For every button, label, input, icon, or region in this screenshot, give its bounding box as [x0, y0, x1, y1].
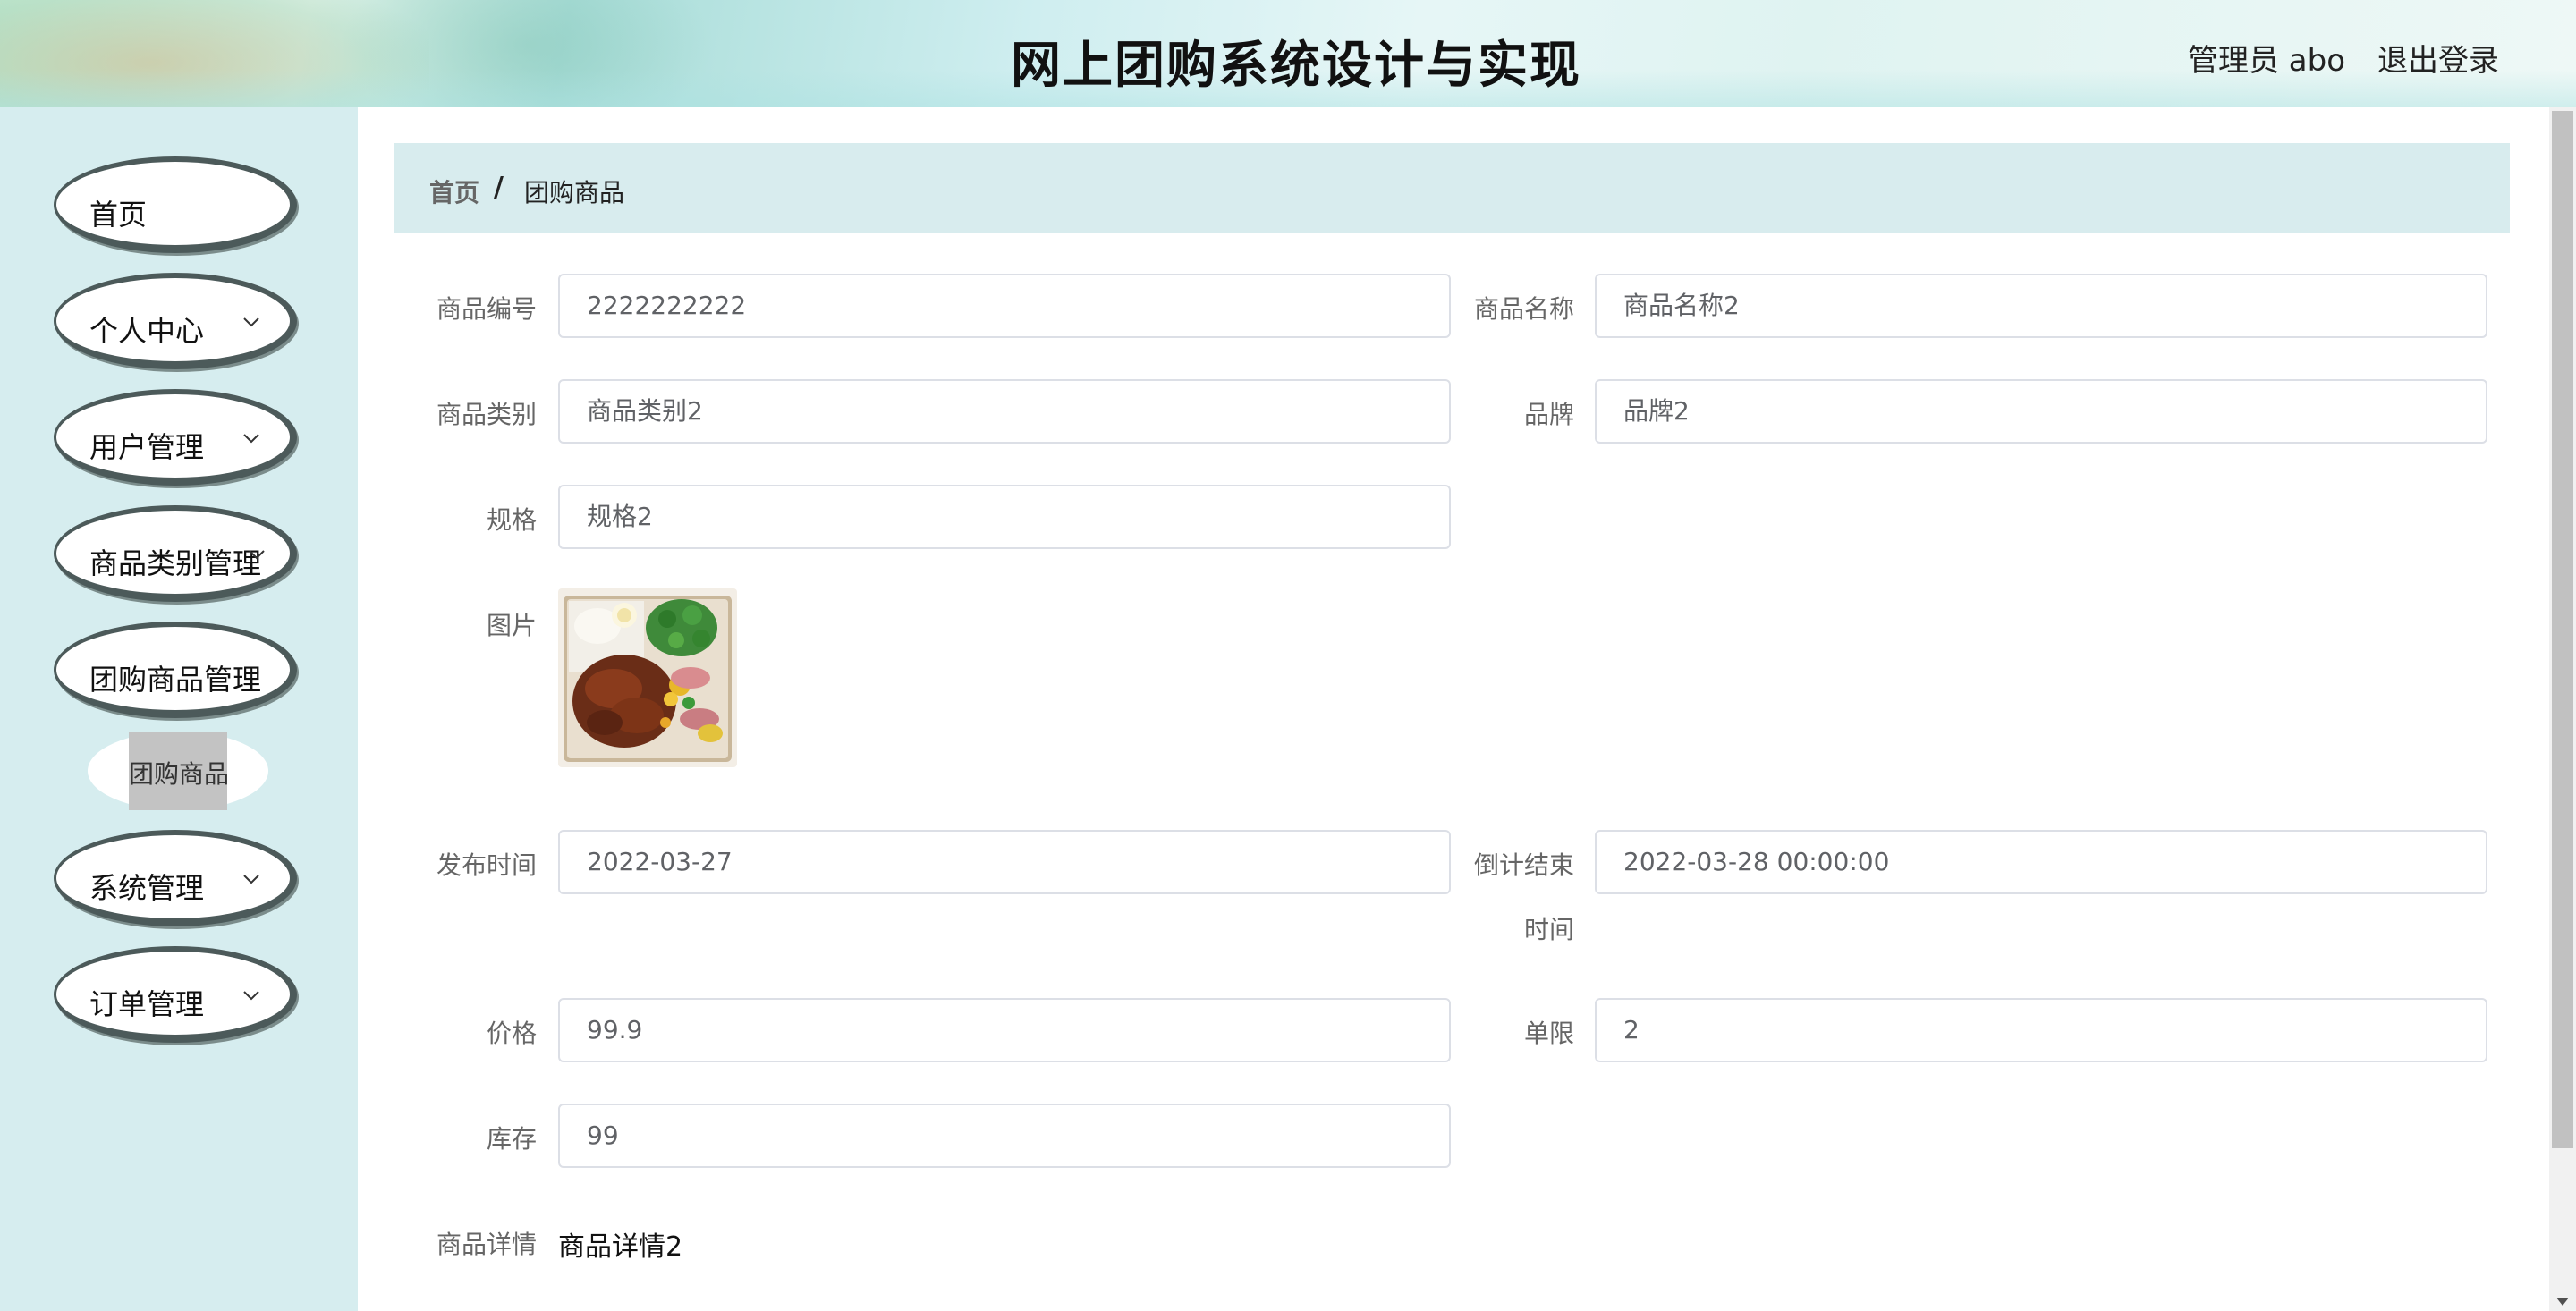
sidebar-item-label: 系统管理	[89, 871, 205, 905]
chevron-down-icon	[243, 875, 259, 884]
detail-label: 商品详情	[436, 1230, 537, 1259]
category-label: 商品类别	[436, 400, 537, 429]
food-photo-icon	[558, 588, 737, 767]
breadcrumb-home[interactable]: 首页	[429, 173, 479, 209]
product-no-label: 商品编号	[436, 294, 537, 324]
vertical-scrollbar[interactable]	[2549, 107, 2576, 1311]
app-title: 网上团购系统设计与实现	[1011, 37, 1581, 95]
brand-field[interactable]: 品牌2	[1595, 379, 2487, 444]
sidebar-item-label: 用户管理	[89, 430, 205, 464]
countdown-end-field[interactable]: 2022-03-28 00:00:00	[1595, 830, 2487, 894]
limit-label: 单限	[1523, 1019, 1574, 1048]
breadcrumb: 首页 / 团购商品	[394, 143, 2510, 233]
product-no-field[interactable]: 2222222222	[558, 274, 1451, 338]
sidebar-item-orders[interactable]: 订单管理	[54, 946, 297, 1043]
sidebar-item-group-products[interactable]: 团购商品管理	[54, 622, 297, 718]
limit-field[interactable]: 2	[1595, 998, 2487, 1062]
detail-content: 商品详情2	[558, 1231, 683, 1263]
scrollbar-thumb[interactable]	[2552, 111, 2573, 1148]
spec-field[interactable]: 规格2	[558, 485, 1451, 549]
price-label: 价格	[486, 1019, 537, 1048]
chevron-down-icon	[249, 550, 265, 560]
sidebar-item-label: 商品类别管理	[89, 546, 262, 580]
sidebar-item-profile[interactable]: 个人中心	[54, 273, 297, 369]
breadcrumb-separator: /	[494, 172, 504, 203]
sidebar-subitem-label: 团购商品	[129, 759, 230, 789]
sidebar-item-system[interactable]: 系统管理	[54, 830, 297, 926]
scroll-down-arrow-icon[interactable]	[2556, 1298, 2569, 1306]
sidebar-item-label: 个人中心	[89, 314, 205, 348]
chevron-down-icon	[243, 991, 259, 1001]
sidebar-item-label: 首页	[89, 198, 148, 232]
sidebar-item-users[interactable]: 用户管理	[54, 389, 297, 486]
logout-button[interactable]: 退出登录	[2377, 36, 2499, 80]
sidebar-item-label: 团购商品管理	[89, 663, 262, 697]
countdown-end-label-line1: 倒计结束	[1473, 850, 1574, 880]
chevron-down-icon	[243, 434, 259, 444]
top-header: 网上团购系统设计与实现 管理员 abo 退出登录	[0, 0, 2576, 107]
sidebar-item-label: 订单管理	[89, 987, 205, 1021]
publish-time-field[interactable]: 2022-03-27	[558, 830, 1451, 894]
sidebar-item-home[interactable]: 首页	[54, 156, 297, 253]
admin-username: 管理员 abo	[2188, 43, 2346, 79]
stock-label: 库存	[486, 1124, 537, 1154]
product-name-field[interactable]: 商品名称2	[1595, 274, 2487, 338]
countdown-end-label-line2: 时间	[1523, 915, 1574, 944]
chevron-down-icon	[243, 317, 259, 327]
brand-label: 品牌	[1523, 400, 1574, 429]
product-image[interactable]	[558, 588, 737, 767]
category-field[interactable]: 商品类别2	[558, 379, 1451, 444]
image-label: 图片	[486, 611, 537, 640]
spec-label: 规格	[486, 505, 537, 535]
price-field[interactable]: 99.9	[558, 998, 1451, 1062]
sidebar-subitem-group-product[interactable]: 团购商品	[88, 732, 268, 810]
breadcrumb-current: 团购商品	[524, 178, 625, 207]
sidebar-item-categories[interactable]: 商品类别管理	[54, 505, 297, 602]
product-name-label: 商品名称	[1473, 294, 1574, 324]
stock-field[interactable]: 99	[558, 1104, 1451, 1168]
publish-time-label: 发布时间	[436, 850, 537, 880]
